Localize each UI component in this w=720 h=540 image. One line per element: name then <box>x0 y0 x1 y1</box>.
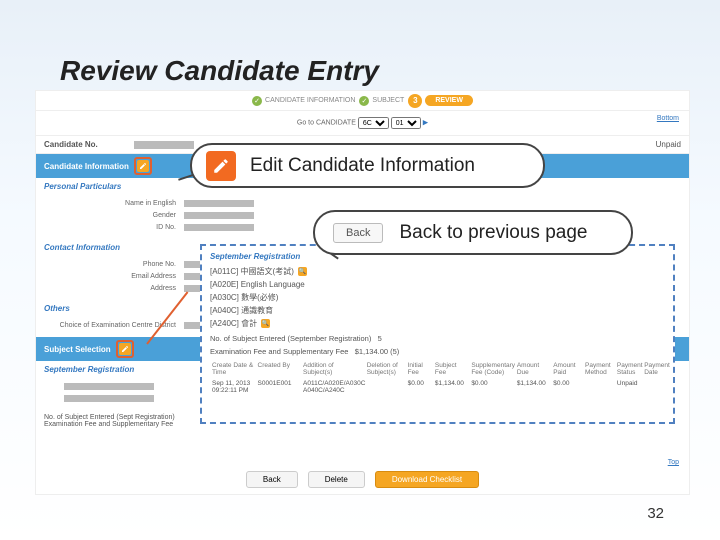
subject-row: [A040C] 通識教育 <box>210 304 665 317</box>
step-label-active: REVIEW <box>425 95 473 106</box>
slide-number: 32 <box>647 505 664 522</box>
check-icon: ✓ <box>252 96 262 106</box>
section-title: Subject Selection <box>44 345 111 354</box>
step-label: CANDIDATE INFORMATION <box>265 97 355 104</box>
td: A011C/A020E/A030C A040C/A240C <box>301 378 365 396</box>
goto-num-select[interactable]: 01 <box>391 117 421 129</box>
callout-text: Edit Candidate Information <box>250 155 475 177</box>
field-label: ID No. <box>44 224 184 231</box>
field-label: Gender <box>44 212 184 219</box>
slide-title: Review Candidate Entry <box>60 55 379 87</box>
th: Deletion of Subject(s) <box>365 360 406 378</box>
th: Supplementary Fee (Code) <box>469 360 515 378</box>
subject-code: [A030C] 數學(必修) <box>210 292 278 303</box>
field-label: Email Address <box>44 273 184 280</box>
callout-edit-info: Edit Candidate Information <box>190 143 545 188</box>
back-button[interactable]: Back <box>246 471 298 488</box>
td: $1,134.00 <box>515 378 551 396</box>
field-label: Address <box>44 285 184 292</box>
subject-row: [A030C] 數學(必修) <box>210 291 665 304</box>
td <box>583 378 615 396</box>
highlight-box <box>134 157 152 175</box>
subject-code: [A020E] English Language <box>210 280 305 289</box>
back-button-sample: Back <box>333 223 383 243</box>
th: Payment Date <box>642 360 665 378</box>
th: Payment Method <box>583 360 615 378</box>
th: Create Date & Time <box>210 360 256 378</box>
step-label: SUBJECT <box>372 97 404 104</box>
td: $0.00 <box>406 378 433 396</box>
magnifier-icon[interactable]: 🔍 <box>298 267 307 276</box>
subject-popup: September Registration [A011C] 中國語文(考試)🔍… <box>200 244 675 424</box>
progress-steps: ✓ CANDIDATE INFORMATION ✓ SUBJECT 3 REVI… <box>36 91 689 111</box>
subject-code: [A011C] 中國語文(考試) <box>210 266 294 277</box>
th: Initial Fee <box>406 360 433 378</box>
subject-code: [A040C] 通識教育 <box>210 305 273 316</box>
goto-label: Go to CANDIDATE <box>297 120 356 127</box>
th: Payment Status <box>615 360 642 378</box>
payment-status: Unpaid <box>656 140 681 149</box>
edit-icon[interactable] <box>119 343 131 355</box>
section-title: Candidate Information <box>44 162 129 171</box>
pencil-icon <box>206 151 236 181</box>
top-anchor-link[interactable]: Top <box>668 459 679 466</box>
td <box>642 378 665 396</box>
step-review: 3 REVIEW <box>408 94 473 108</box>
candidate-no-label: Candidate No. <box>44 140 134 149</box>
edit-icon[interactable] <box>137 160 149 172</box>
check-icon: ✓ <box>359 96 369 106</box>
redacted-value <box>64 395 154 402</box>
popup-sum2-label: Examination Fee and Supplementary Fee <box>210 347 348 356</box>
th: Created By <box>256 360 302 378</box>
redacted-value <box>134 141 194 149</box>
callout-back: Back Back to previous page <box>313 210 633 255</box>
step-candidate-info: ✓ CANDIDATE INFORMATION <box>252 96 355 106</box>
goto-candidate-bar: Go to CANDIDATE 6C 01 ▶ <box>36 111 689 136</box>
td: S0001E001 <box>256 378 302 396</box>
fee-table: Create Date & Time Created By Addition o… <box>210 360 665 396</box>
th: Amount Paid <box>551 360 583 378</box>
redacted-value <box>184 200 254 207</box>
field-label: Phone No. <box>44 261 184 268</box>
redacted-value <box>64 383 154 390</box>
redacted-value <box>184 212 254 219</box>
popup-sum2-val: $1,134.00 (5) <box>355 347 400 356</box>
subject-row: [A240C] 會計 🔍 <box>210 317 665 330</box>
td <box>365 378 406 396</box>
popup-sum1-label: No. of Subject Entered (September Regist… <box>210 334 371 343</box>
step-number: 3 <box>408 94 422 108</box>
td: $0.00 <box>551 378 583 396</box>
subject-code: [A240C] 會計 <box>210 318 257 329</box>
download-checklist-button[interactable]: Download Checklist <box>375 471 479 488</box>
td: Sep 11, 2013 09:22:11 PM <box>210 378 256 396</box>
subject-row: [A020E] English Language <box>210 278 665 291</box>
td: $1,134.00 <box>433 378 469 396</box>
goto-class-select[interactable]: 6C <box>358 117 389 129</box>
th: Subject Fee <box>433 360 469 378</box>
table-row: Sep 11, 2013 09:22:11 PM S0001E001 A011C… <box>210 378 665 396</box>
button-bar: Back Delete Download Checklist <box>36 471 689 488</box>
delete-button[interactable]: Delete <box>308 471 365 488</box>
go-arrow-icon[interactable]: ▶ <box>423 120 428 127</box>
bottom-anchor-link[interactable]: Bottom <box>657 115 679 122</box>
magnifier-icon[interactable]: 🔍 <box>261 319 270 328</box>
step-subject: ✓ SUBJECT <box>359 96 404 106</box>
popup-sum1-val: 5 <box>378 334 382 343</box>
redacted-value <box>184 224 254 231</box>
th: Addition of Subject(s) <box>301 360 365 378</box>
td: $0.00 <box>469 378 515 396</box>
highlight-box <box>116 340 134 358</box>
callout-text: Back to previous page <box>399 222 587 244</box>
subject-row: [A011C] 中國語文(考試) 🔍 <box>210 265 665 278</box>
field-label: Name in English <box>44 200 184 207</box>
th: Amount Due <box>515 360 551 378</box>
td: Unpaid <box>615 378 642 396</box>
